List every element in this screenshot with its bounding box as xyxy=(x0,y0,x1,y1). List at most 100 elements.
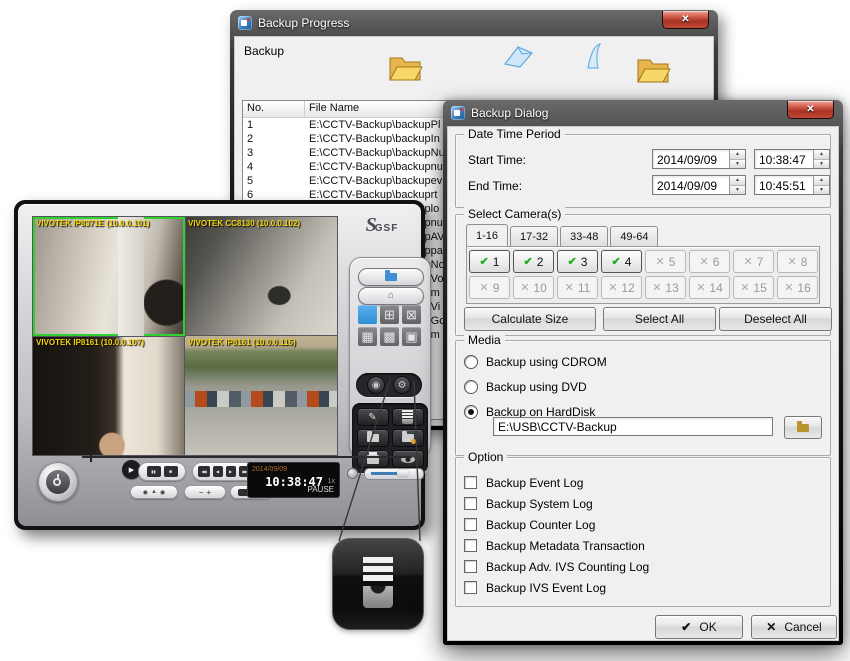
home-button[interactable]: ⌂ xyxy=(358,287,424,305)
backup-option-row[interactable]: Backup System Log xyxy=(456,493,830,514)
checkbox[interactable] xyxy=(464,476,477,489)
camera-view-1[interactable]: VIVOTEK IP8371E (10.0.0.101) xyxy=(33,217,185,336)
playback-bar: ▶ ▮▮ ■ ◀◀ ◀ ▶ ▶▶ ◉ ▲ ◉ − + xyxy=(26,452,413,526)
calculate-size-button[interactable]: Calculate Size xyxy=(464,307,596,331)
skip-back-button[interactable]: ◀◀ xyxy=(198,466,210,477)
pause-button[interactable]: ▮▮ xyxy=(147,466,161,477)
power-button[interactable] xyxy=(38,462,78,502)
mute-button[interactable] xyxy=(347,468,358,479)
stop-button[interactable]: ■ xyxy=(164,466,178,477)
camera-toggle-button[interactable]: ✕ 9 xyxy=(469,276,510,299)
backup-path-input[interactable] xyxy=(493,417,773,436)
progress-titlebar[interactable]: Backup Progress xyxy=(230,10,718,36)
export-button[interactable] xyxy=(357,429,389,447)
down-arrow-icon: ▼ xyxy=(814,186,829,195)
ok-button[interactable]: ✔ OK xyxy=(655,615,743,639)
spinner-buttons[interactable]: ▲▼ xyxy=(729,176,745,194)
radio-button[interactable] xyxy=(464,355,478,369)
checkbox-label: Backup System Log xyxy=(486,497,593,511)
camera-toggle-button[interactable]: ✕ 16 xyxy=(777,276,818,299)
layout-3x3-button[interactable]: ▦ xyxy=(358,327,377,346)
progress-close-button[interactable]: ✕ xyxy=(662,11,709,29)
camera-view-3[interactable]: VIVOTEK IP8161 (10.0.0.107) xyxy=(33,336,185,455)
camera-range-tab[interactable]: 49-64 xyxy=(610,226,658,246)
backup-option-row[interactable]: Backup IVS Event Log xyxy=(456,577,830,598)
camera-toggle-button[interactable]: ✕ 13 xyxy=(645,276,686,299)
camera-range-tab[interactable]: 1-16 xyxy=(466,224,508,246)
camera-toggle-button[interactable]: ✕ 12 xyxy=(601,276,642,299)
dialog-titlebar[interactable]: Backup Dialog xyxy=(443,100,843,126)
folder-settings-button[interactable] xyxy=(392,429,424,447)
radio-button[interactable] xyxy=(464,380,478,394)
start-time-spinner[interactable]: 10:38:47 ▲▼ xyxy=(754,149,830,169)
record-icon[interactable]: ◉ xyxy=(160,489,165,496)
start-date-spinner[interactable]: 2014/09/09 ▲▼ xyxy=(652,149,746,169)
alert-icon[interactable]: ▲ xyxy=(151,489,157,495)
spinner-buttons[interactable]: ▲▼ xyxy=(813,150,829,168)
volume-slider[interactable] xyxy=(364,468,424,480)
zoom-out-button[interactable]: − xyxy=(199,488,204,497)
settings-button[interactable]: ⚙ xyxy=(393,376,411,394)
target-button[interactable]: ◉ xyxy=(367,376,385,394)
backup-dialog-window: Backup Dialog ✕ Date Time Period Start T… xyxy=(443,100,843,645)
backup-option-row[interactable]: Backup Metadata Transaction xyxy=(456,535,830,556)
camera-toggle-button[interactable]: ✕ 11 xyxy=(557,276,598,299)
camera-toggle-button[interactable]: ✔ 4 xyxy=(601,250,642,273)
checkbox[interactable] xyxy=(464,497,477,510)
step-forward-button[interactable]: ▶ xyxy=(226,466,236,477)
down-arrow-icon: ▼ xyxy=(730,160,745,169)
layout-expand-button[interactable]: ⊠ xyxy=(402,305,421,324)
radio-button[interactable] xyxy=(464,405,478,419)
edit-button[interactable]: ✎ xyxy=(357,408,389,426)
camera-toggle-button[interactable]: ✔ 1 xyxy=(469,250,510,273)
backup-option-row[interactable]: Backup Counter Log xyxy=(456,514,830,535)
checkbox[interactable] xyxy=(464,518,477,531)
camera-view-2[interactable]: VIVOTEK CC8130 (10.0.0.102) xyxy=(185,217,337,336)
backup-option-row[interactable]: Backup Event Log xyxy=(456,472,830,493)
backup-archive-icon-large xyxy=(362,557,394,609)
end-time-value: 10:45:51 xyxy=(759,179,806,193)
checkbox[interactable] xyxy=(464,581,477,594)
checkbox[interactable] xyxy=(464,539,477,552)
zoom-in-button[interactable]: + xyxy=(207,488,212,497)
media-radio-row[interactable]: Backup using DVD xyxy=(456,374,830,399)
select-all-button[interactable]: Select All xyxy=(603,307,716,331)
timeline-slider[interactable] xyxy=(82,456,412,458)
step-back-button[interactable]: ◀ xyxy=(213,466,223,477)
camera-toggle-button[interactable]: ✕ 14 xyxy=(689,276,730,299)
camera-toggle-button[interactable]: ✕ 8 xyxy=(777,250,818,273)
camera-view-4[interactable]: VIVOTEK IP8161 (10.0.0.115) xyxy=(185,336,337,455)
deselect-all-button[interactable]: Deselect All xyxy=(719,307,832,331)
layout-2x2-button[interactable]: ⊞ xyxy=(380,305,399,324)
camera-toggle-button[interactable]: ✔ 2 xyxy=(513,250,554,273)
camera-range-tab[interactable]: 17-32 xyxy=(510,226,558,246)
timeline-marker[interactable] xyxy=(90,452,92,462)
media-radio-row[interactable]: Backup using CDROM xyxy=(456,349,830,374)
camera-toggle-button[interactable]: ✕ 6 xyxy=(689,250,730,273)
record-icon[interactable]: ◉ xyxy=(143,489,148,496)
camera-buttons-panel: ✔ 1 ✔ 2 ✔ 3 xyxy=(466,246,820,304)
camera-toggle-button[interactable]: ✕ 15 xyxy=(733,276,774,299)
browse-folder-button[interactable] xyxy=(784,416,822,439)
backup-button[interactable] xyxy=(392,408,424,426)
camera-toggle-button[interactable]: ✕ 10 xyxy=(513,276,554,299)
checkbox-label: Backup Adv. IVS Counting Log xyxy=(486,560,649,574)
backup-option-row[interactable]: Backup Adv. IVS Counting Log xyxy=(456,556,830,577)
camera-toggle-button[interactable]: ✔ 3 xyxy=(557,250,598,273)
layout-focus-button[interactable]: ▣ xyxy=(402,327,421,346)
spinner-buttons[interactable]: ▲▼ xyxy=(729,150,745,168)
end-date-spinner[interactable]: 2014/09/09 ▲▼ xyxy=(652,175,746,195)
camera-range-tab[interactable]: 33-48 xyxy=(560,226,608,246)
cancel-button[interactable]: ✕ Cancel xyxy=(751,615,837,639)
checkbox[interactable] xyxy=(464,560,477,573)
layout-1x1-button[interactable] xyxy=(358,305,377,324)
spinner-buttons[interactable]: ▲▼ xyxy=(813,176,829,194)
dialog-close-button[interactable]: ✕ xyxy=(787,101,834,119)
open-file-button[interactable] xyxy=(358,268,424,286)
camera-toggle-button[interactable]: ✕ 7 xyxy=(733,250,774,273)
play-icon: ▶ xyxy=(129,466,134,474)
camera-toggle-button[interactable]: ✕ 5 xyxy=(645,250,686,273)
column-header-no[interactable]: No. xyxy=(243,101,305,117)
layout-4x4-button[interactable]: ▩ xyxy=(380,327,399,346)
end-time-spinner[interactable]: 10:45:51 ▲▼ xyxy=(754,175,830,195)
